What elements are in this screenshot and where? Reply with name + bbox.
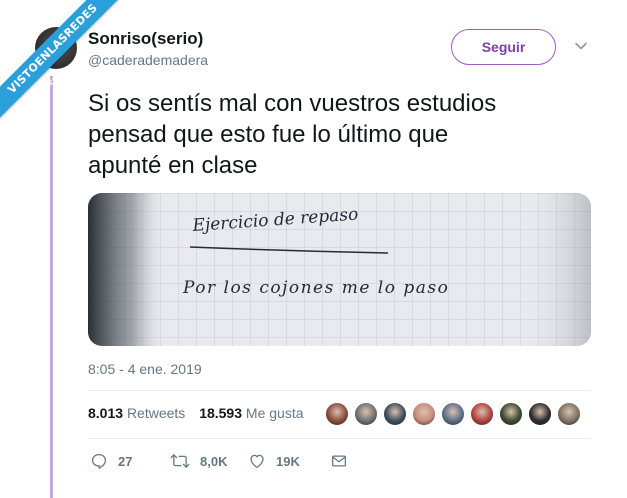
tweet-text-line: apunté en clase — [88, 152, 258, 179]
likes-label[interactable]: Me gusta — [246, 405, 304, 421]
divider — [88, 438, 591, 439]
liker-avatar[interactable] — [441, 402, 465, 426]
watermark-sub: .com — [43, 67, 66, 90]
likes-count[interactable]: 18.593 — [199, 405, 242, 421]
liker-avatar[interactable] — [528, 402, 552, 426]
tweet-text-line: pensad que esto fue lo último que — [88, 121, 449, 148]
reply-icon — [91, 453, 107, 469]
heart-icon — [250, 454, 264, 469]
tweet-text: Si os sentís mal con vuestros estudios p… — [88, 88, 608, 181]
retweet-count: 8,0K — [200, 453, 228, 469]
watermark-ribbon: VISTOENLASREDES .com — [0, 0, 130, 130]
follow-button[interactable]: Seguir — [451, 29, 556, 65]
retweets-count[interactable]: 8.013 — [88, 405, 123, 421]
liker-avatar[interactable] — [499, 402, 523, 426]
divider — [88, 390, 591, 391]
direct-message-button[interactable] — [330, 452, 348, 470]
envelope-icon — [331, 455, 347, 467]
reply-count: 27 — [118, 453, 133, 469]
tweet-photo[interactable]: Ejercicio de repaso Por los cojones me l… — [88, 193, 591, 346]
like-count: 19K — [276, 453, 300, 469]
like-button[interactable]: 19K — [248, 452, 300, 470]
reply-button[interactable]: 27 — [90, 452, 132, 470]
chevron-down-icon[interactable] — [574, 39, 588, 53]
liker-avatar[interactable] — [325, 402, 349, 426]
thread-line — [50, 76, 53, 498]
liker-avatar[interactable] — [383, 402, 407, 426]
tweet-stats: 8.013 Retweets 18.593 Me gusta — [88, 405, 314, 421]
liker-avatar[interactable] — [412, 402, 436, 426]
retweet-button[interactable]: 8,0K — [170, 452, 227, 470]
liker-avatar[interactable] — [354, 402, 378, 426]
liker-avatar[interactable] — [470, 402, 494, 426]
tweet-timestamp[interactable]: 8:05 - 4 ene. 2019 — [88, 361, 202, 377]
liker-avatar[interactable] — [557, 402, 581, 426]
retweets-label[interactable]: Retweets — [127, 405, 185, 421]
image-note: Por los cojones me lo paso — [182, 278, 449, 298]
retweet-icon — [170, 454, 190, 468]
watermark-text: VISTOENLASREDES — [0, 0, 128, 124]
notebook-page-image: Ejercicio de repaso Por los cojones me l… — [88, 193, 591, 346]
tweet-text-line: Si os sentís mal con vuestros estudios — [88, 90, 497, 117]
